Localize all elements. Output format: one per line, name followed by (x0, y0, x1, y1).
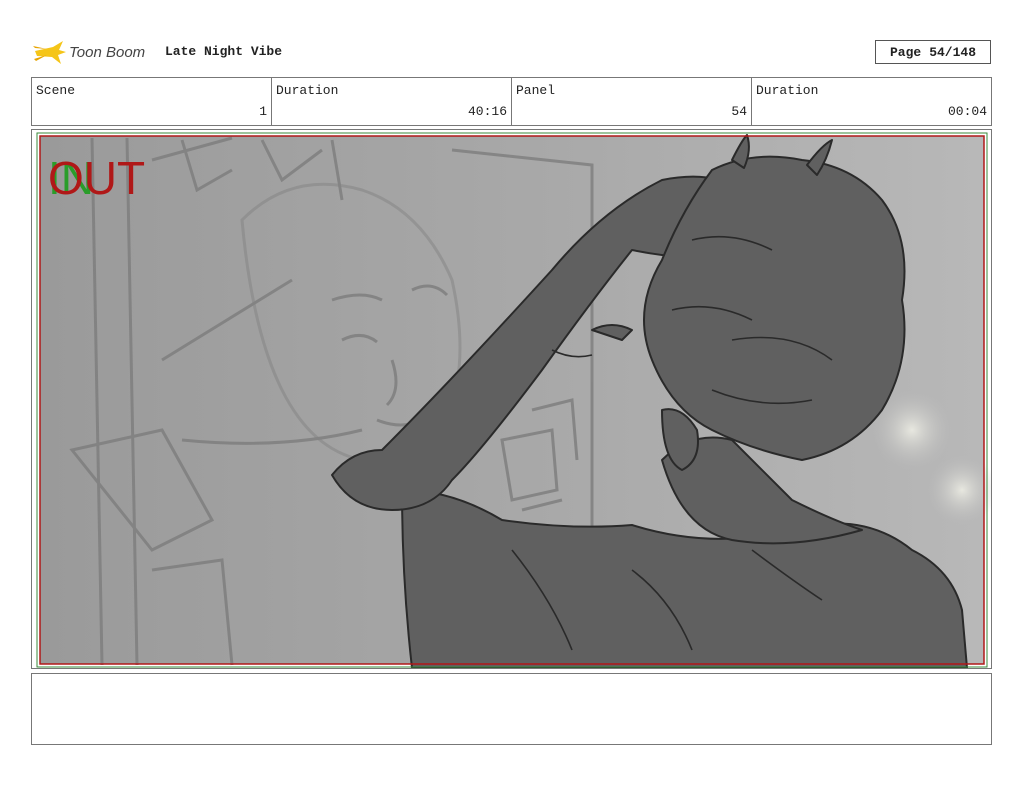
panel-value: 54 (731, 104, 747, 119)
scene-duration-value: 40:16 (467, 104, 507, 119)
project-title: Late Night Vibe (165, 44, 283, 59)
panel-notes-box[interactable] (31, 673, 992, 745)
page-indicator: Page 54/148 (875, 40, 991, 64)
panel-duration-cell: Duration 00:04 (752, 78, 991, 125)
page-value: 54/148 (929, 44, 977, 60)
scene-duration-label: Duration (276, 83, 339, 98)
scene-label: Scene (36, 83, 76, 98)
scene-duration-cell: Duration 40:16 (272, 78, 512, 125)
star-burst-icon: Toon Boom (33, 41, 145, 64)
scene-value: 1 (259, 104, 267, 119)
scene-cell: Scene 1 (32, 78, 272, 125)
panel-cell: Panel 54 (512, 78, 752, 125)
panel-label: Panel (516, 83, 556, 98)
panel-drawing: IN OUT (36, 132, 991, 668)
panel-duration-value: 00:04 (947, 104, 987, 119)
panel-duration-label: Duration (756, 83, 819, 98)
storyboard-panel[interactable]: IN OUT (31, 129, 992, 669)
panel-info-row: Scene 1 Duration 40:16 Panel 54 Duration… (31, 77, 992, 126)
toon-boom-logo: Toon Boom (33, 37, 158, 67)
out-marker: OUT (48, 152, 145, 204)
logo-text: Toon Boom (69, 44, 145, 61)
page-label: Page (889, 44, 922, 60)
